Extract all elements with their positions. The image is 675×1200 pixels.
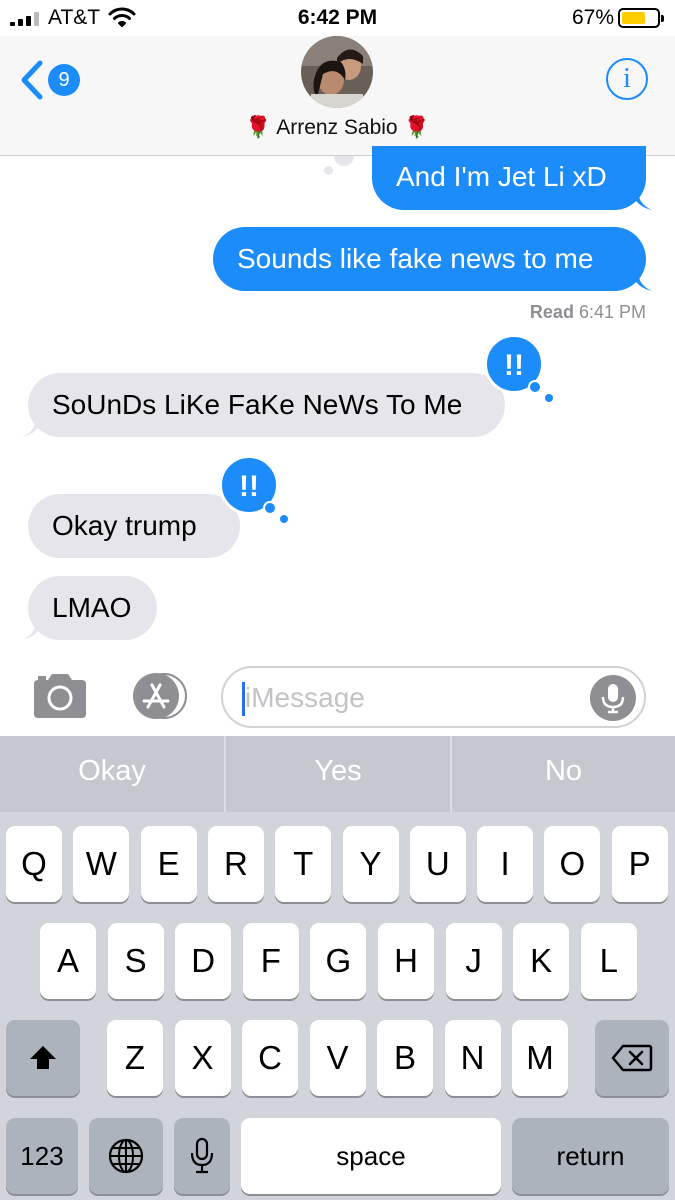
- predictive-bar: Okay Yes No: [0, 736, 675, 812]
- shift-key[interactable]: [6, 1020, 80, 1096]
- tapback-dot: [528, 380, 542, 394]
- conversation-header: 9 🌹 Arrenz Sabio 🌹 i: [0, 36, 675, 156]
- microphone-icon[interactable]: [590, 675, 636, 721]
- message-text: Sounds like fake news to me: [237, 243, 594, 274]
- key-o[interactable]: O: [544, 826, 601, 902]
- backspace-icon: [611, 1044, 653, 1072]
- key-h[interactable]: H: [378, 923, 434, 999]
- message-bubble-sent[interactable]: Sounds like fake news to me: [213, 227, 652, 291]
- key-v[interactable]: V: [309, 1020, 366, 1096]
- key-z[interactable]: Z: [107, 1020, 163, 1096]
- back-button[interactable]: 9: [18, 58, 88, 104]
- globe-icon: [108, 1138, 144, 1174]
- key-i[interactable]: I: [477, 826, 534, 902]
- key-b[interactable]: B: [377, 1020, 433, 1096]
- prediction-1[interactable]: Okay: [0, 736, 224, 812]
- space-key[interactable]: space: [241, 1118, 501, 1194]
- bubble-tail: [632, 271, 652, 291]
- key-l[interactable]: L: [580, 923, 637, 999]
- key-w[interactable]: W: [73, 826, 130, 902]
- key-s[interactable]: S: [107, 923, 164, 999]
- read-time: 6:41 PM: [578, 302, 646, 322]
- message-text: LMAO: [52, 592, 132, 623]
- tapback-dot: [263, 501, 277, 515]
- tapback-dot: [324, 166, 333, 175]
- bubble-tail: [22, 620, 42, 640]
- message-bubble-received[interactable]: SoUnDs LiKe FaKe NeWs To Me: [22, 373, 505, 437]
- backspace-key[interactable]: [595, 1020, 669, 1096]
- prediction-2[interactable]: Yes: [226, 736, 450, 812]
- keyboard: Okay Yes No QWERTYUIOP ASDFGHJKL ZXCVBNM…: [0, 736, 675, 1200]
- key-e[interactable]: E: [140, 826, 197, 902]
- status-bar: AT&T 6:42 PM 67%: [0, 0, 675, 36]
- dictation-key[interactable]: [174, 1118, 230, 1194]
- contact-avatar[interactable]: [301, 36, 373, 108]
- key-n[interactable]: N: [444, 1020, 501, 1096]
- numbers-key[interactable]: 123: [6, 1118, 78, 1194]
- tapback-dot: [334, 156, 354, 166]
- key-x[interactable]: X: [174, 1020, 231, 1096]
- read-receipt: Read 6:41 PM: [530, 302, 646, 323]
- message-bubble-received[interactable]: LMAO: [22, 576, 157, 640]
- message-bubble-received[interactable]: Okay trump: [28, 494, 240, 558]
- key-c[interactable]: C: [242, 1020, 298, 1096]
- message-text: Okay trump: [52, 510, 197, 541]
- globe-key[interactable]: [89, 1118, 163, 1194]
- info-icon[interactable]: i: [606, 58, 648, 100]
- key-a[interactable]: A: [40, 923, 96, 999]
- key-q[interactable]: Q: [6, 826, 62, 902]
- key-f[interactable]: F: [242, 923, 299, 999]
- unread-count-badge: 9: [48, 64, 80, 96]
- key-k[interactable]: K: [513, 923, 570, 999]
- camera-icon[interactable]: [30, 672, 90, 720]
- key-d[interactable]: D: [175, 923, 232, 999]
- read-label: Read: [529, 302, 574, 322]
- key-j[interactable]: J: [445, 923, 502, 999]
- key-g[interactable]: G: [310, 923, 367, 999]
- message-text: And I'm Jet Li xD: [396, 161, 607, 192]
- battery-percent: 67%: [571, 6, 614, 29]
- bubble-tail: [632, 190, 652, 210]
- tapback-dot: [545, 394, 553, 402]
- back-chevron-icon: [21, 60, 43, 100]
- contact-name[interactable]: 🌹 Arrenz Sabio 🌹: [0, 116, 675, 140]
- imessage-input[interactable]: [245, 680, 585, 716]
- key-r[interactable]: R: [207, 826, 264, 902]
- tapback-dot: [280, 515, 288, 523]
- key-u[interactable]: U: [409, 826, 466, 902]
- app-store-icon[interactable]: [126, 672, 190, 720]
- message-text: SoUnDs LiKe FaKe NeWs To Me: [52, 389, 463, 420]
- bubble-tail: [22, 417, 42, 437]
- prediction-3[interactable]: No: [452, 736, 675, 812]
- key-y[interactable]: Y: [342, 826, 399, 902]
- dictation-icon: [190, 1137, 214, 1174]
- key-m[interactable]: M: [512, 1020, 568, 1096]
- return-key[interactable]: return: [512, 1118, 669, 1194]
- battery-icon: [618, 8, 664, 28]
- message-input-field[interactable]: [221, 666, 646, 728]
- shift-icon: [30, 1046, 56, 1069]
- key-t[interactable]: T: [275, 826, 332, 902]
- key-p[interactable]: P: [611, 826, 668, 902]
- message-bubble-sent[interactable]: And I'm Jet Li xD: [372, 146, 652, 210]
